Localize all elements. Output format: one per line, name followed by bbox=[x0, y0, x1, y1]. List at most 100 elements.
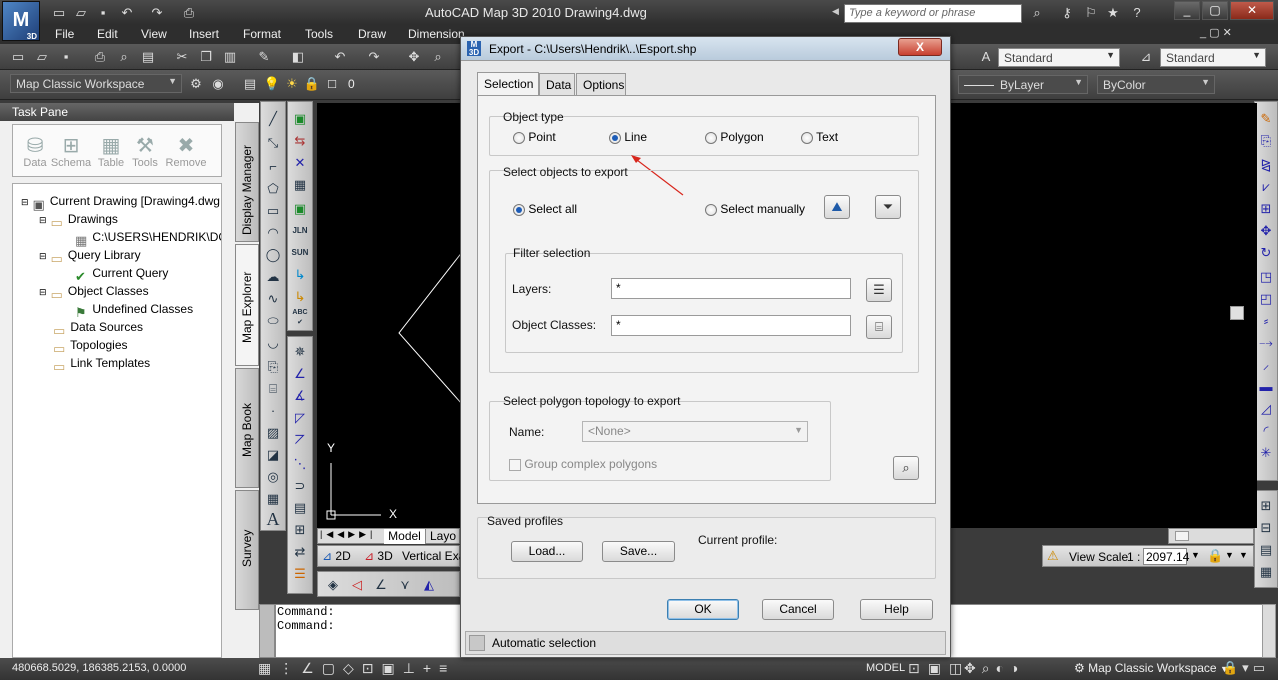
explode-icon[interactable]: ✳ bbox=[1255, 442, 1277, 464]
view-scale-input[interactable]: 2097.14 bbox=[1143, 548, 1189, 565]
topology-search-button[interactable]: ⌕ bbox=[893, 456, 919, 480]
layers-input[interactable]: * bbox=[611, 278, 851, 299]
edit-shape-icon[interactable]: ◈ bbox=[322, 574, 344, 596]
edit-split-icon[interactable]: ⋎ bbox=[394, 574, 416, 596]
remove-tool[interactable]: ✖ Remove bbox=[163, 133, 209, 169]
join-label-icon[interactable]: JLN bbox=[289, 220, 311, 242]
chamfer-icon[interactable]: ◿ bbox=[1255, 398, 1277, 420]
coordinates-display[interactable]: 480668.5029, 186385.2153, 0.0000 bbox=[12, 662, 186, 674]
chevron-down-icon[interactable]: ▼ bbox=[1191, 550, 1200, 560]
dialog-close-button[interactable]: X bbox=[898, 38, 942, 56]
tab-display-manager[interactable]: Display Manager bbox=[235, 122, 259, 242]
map-edit-icon[interactable]: ▣ bbox=[289, 108, 311, 130]
preview-icon[interactable]: ⌕ bbox=[114, 47, 134, 67]
map-b-icon[interactable]: ↳ bbox=[289, 286, 311, 308]
map-trim-icon[interactable]: ✕ bbox=[289, 152, 311, 174]
angle-icon[interactable]: ∠ bbox=[289, 363, 311, 385]
paste-icon[interactable]: ▥ bbox=[220, 47, 240, 67]
favorites-icon[interactable]: ★ bbox=[1104, 4, 1122, 22]
plot-icon[interactable]: ⎙ bbox=[180, 4, 198, 22]
status-workspace-button[interactable]: ⚙ Map Classic Workspace ▼ bbox=[1074, 661, 1229, 675]
tab-layout[interactable]: Layo bbox=[430, 529, 456, 543]
print-icon[interactable]: ⎙ bbox=[90, 47, 110, 67]
view-2d-button[interactable]: ⊿ 2D bbox=[322, 549, 351, 563]
navigation-icons[interactable]: ✥⌕◐◑ bbox=[964, 660, 1024, 677]
current-layer[interactable]: 0 bbox=[348, 77, 355, 91]
vertical-scrollbar[interactable] bbox=[1230, 104, 1246, 524]
save-file-icon[interactable]: ▪ bbox=[56, 47, 76, 67]
tree-node-drawing-file[interactable]: ▦ C:\USERS\HENDRIK\DO bbox=[75, 228, 221, 248]
revcloud-icon[interactable]: ☁ bbox=[262, 266, 284, 288]
map-join-icon[interactable]: ▣ bbox=[289, 198, 311, 220]
match-properties-icon[interactable]: ✎ bbox=[254, 47, 274, 67]
chevron-down-icon[interactable]: ▼ bbox=[1225, 550, 1234, 560]
tree-node-current-query[interactable]: ✔ Current Query bbox=[75, 264, 168, 284]
viewport-icon[interactable]: ⊞ bbox=[1255, 495, 1277, 517]
viewport4-icon[interactable]: ▦ bbox=[1255, 561, 1277, 583]
menu-file[interactable]: File bbox=[55, 27, 74, 41]
layout-status-icons[interactable]: ⊡▣◫ bbox=[908, 660, 970, 677]
offset-icon[interactable]: ⩗ bbox=[1255, 176, 1277, 198]
open-file-icon[interactable]: ▱ bbox=[32, 47, 52, 67]
close-button[interactable]: ✕ bbox=[1230, 1, 1274, 20]
binoculars-icon[interactable]: ⌕ bbox=[1028, 4, 1046, 22]
redo-icon[interactable]: ↷ bbox=[148, 4, 166, 22]
search-input[interactable]: Type a keyword or phrase bbox=[844, 4, 1022, 23]
circle-icon[interactable]: ◯ bbox=[262, 244, 284, 266]
multiline-text-icon[interactable]: A bbox=[262, 508, 284, 530]
points-list-icon[interactable]: ▤ bbox=[289, 497, 311, 519]
triangle-icon[interactable]: ◸ bbox=[289, 407, 311, 429]
view-3d-button[interactable]: ⊿ 3D bbox=[364, 549, 393, 563]
command-scrollbar[interactable] bbox=[1262, 604, 1276, 658]
radio-line[interactable]: Line bbox=[609, 130, 647, 144]
rotate-icon[interactable]: ↻ bbox=[1255, 242, 1277, 264]
radio-select-manually[interactable]: Select manually bbox=[705, 202, 805, 216]
mirror-icon[interactable]: ⧎ bbox=[1255, 154, 1277, 176]
viewport3-icon[interactable]: ▤ bbox=[1255, 539, 1277, 561]
layer-thaw-icon[interactable]: ☀ bbox=[282, 74, 302, 94]
drafting-settings-icons[interactable]: ▦⋮∠▢◇⊡▣⊥+≡ bbox=[258, 660, 455, 677]
edit-vertex-icon[interactable]: ◁ bbox=[346, 574, 368, 596]
menu-view[interactable]: View bbox=[141, 27, 167, 41]
tree-node-object-classes[interactable]: ⊟ ▭ Object Classes bbox=[39, 282, 149, 302]
dim-style-icon[interactable]: ⊿ bbox=[1136, 47, 1156, 67]
workspace-combo[interactable]: Map Classic Workspace ▼ bbox=[10, 74, 182, 93]
workspace-settings-icon[interactable]: ⚙ bbox=[186, 74, 206, 94]
status-tray-icons[interactable]: 🔒▾▭ bbox=[1222, 660, 1269, 676]
minimize-button[interactable]: _ bbox=[1174, 1, 1200, 20]
scale-icon[interactable]: ◳ bbox=[1255, 266, 1277, 288]
array-icon[interactable]: ⊞ bbox=[1255, 198, 1277, 220]
model-space-button[interactable]: MODEL bbox=[866, 662, 905, 674]
cut-icon[interactable]: ✂ bbox=[172, 47, 192, 67]
map-height-icon[interactable]: ↳ bbox=[289, 264, 311, 286]
copy-object-icon[interactable]: ⎘ bbox=[1255, 130, 1277, 152]
layers-stack-icon[interactable]: ☰ bbox=[289, 563, 311, 585]
tab-model[interactable]: Model bbox=[384, 529, 426, 544]
radio-text[interactable]: Text bbox=[801, 130, 838, 144]
layer-color-icon[interactable]: □ bbox=[322, 74, 342, 94]
layers-picker-button[interactable]: ☰ bbox=[866, 278, 892, 302]
load-profile-button[interactable]: Load... bbox=[511, 541, 583, 562]
break-icon[interactable]: ⸝ bbox=[1255, 354, 1277, 376]
radio-point[interactable]: Point bbox=[513, 130, 556, 144]
edit-region-icon[interactable]: ◭ bbox=[418, 574, 440, 596]
ellipse-icon[interactable]: ⬭ bbox=[262, 310, 284, 332]
sun-label-icon[interactable]: SUN bbox=[289, 242, 311, 264]
schema-tool[interactable]: ⊞ Schema bbox=[49, 133, 93, 169]
tree-node-undefined-classes[interactable]: ⚑ Undefined Classes bbox=[75, 300, 193, 320]
arc-icon[interactable]: ◠ bbox=[262, 222, 284, 244]
open-icon[interactable]: ▱ bbox=[72, 4, 90, 22]
table-draw-icon[interactable]: ▦ bbox=[262, 488, 284, 510]
new-icon[interactable]: ▭ bbox=[50, 4, 68, 22]
color-combo[interactable]: ByColor ▼ bbox=[1097, 75, 1215, 94]
gradient-icon[interactable]: ◪ bbox=[262, 444, 284, 466]
point-icon[interactable]: · bbox=[262, 400, 284, 422]
subscription-icon[interactable]: ⚷ bbox=[1058, 4, 1076, 22]
filter-button[interactable]: ⏷ bbox=[875, 195, 901, 219]
edit-angle-icon[interactable]: ∠ bbox=[370, 574, 392, 596]
toolbar-redo-icon[interactable]: ↷ bbox=[364, 47, 384, 67]
vertical-exaggeration[interactable]: Vertical Exa bbox=[402, 549, 465, 563]
help-button[interactable]: Help bbox=[860, 599, 933, 620]
undo-icon[interactable]: ↶ bbox=[118, 4, 136, 22]
save-icon[interactable]: ▪ bbox=[94, 4, 112, 22]
